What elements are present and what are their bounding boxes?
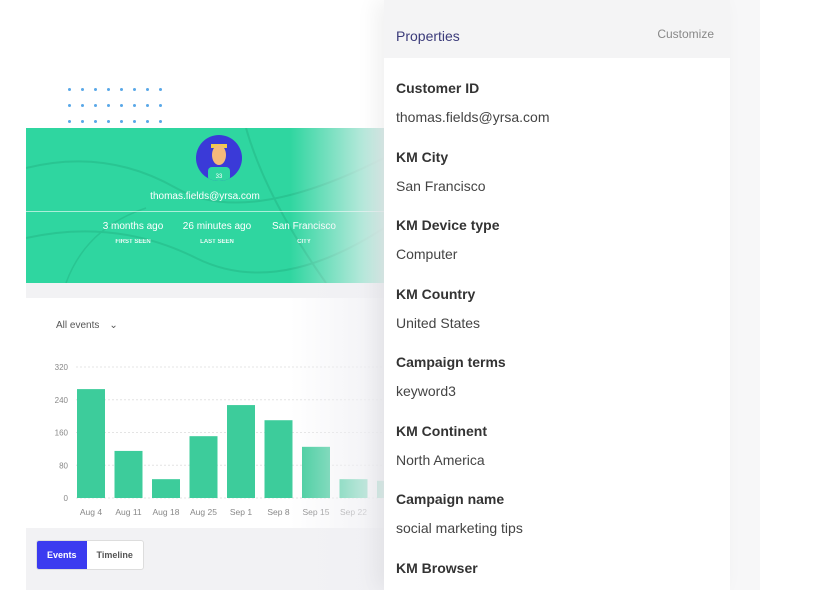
property-item: Customer ID thomas.fields@yrsa.com	[396, 80, 549, 125]
x-tick-label: Sep 1	[230, 507, 252, 517]
dot	[68, 104, 71, 107]
bar	[77, 389, 105, 498]
property-key: KM Device type	[396, 217, 500, 233]
dot	[146, 120, 149, 123]
property-item: KM City San Francisco	[396, 149, 485, 194]
dot	[133, 104, 136, 107]
y-tick-label: 80	[59, 461, 68, 470]
dot	[68, 88, 71, 91]
dot	[133, 120, 136, 123]
property-value: social marketing tips	[396, 520, 523, 536]
panel-title: Properties	[396, 28, 460, 44]
y-tick-label: 320	[55, 363, 69, 372]
view-tabs: Events Timeline	[36, 540, 144, 570]
property-value: keyword3	[396, 383, 456, 399]
property-value: Computer	[396, 246, 458, 262]
x-tick-label: Aug 18	[153, 507, 180, 517]
bar	[189, 436, 218, 498]
x-tick-label: Aug 25	[190, 507, 217, 517]
dot	[146, 88, 149, 91]
dot	[159, 120, 162, 123]
background-shade	[730, 0, 760, 590]
dot	[159, 88, 162, 91]
dot	[146, 104, 149, 107]
chevron-down-icon: ⌄	[109, 320, 118, 331]
property-value: North America	[396, 451, 485, 468]
stat-last-seen: 26 minutes ago LAST SEEN	[182, 221, 252, 245]
y-tick-label: 0	[64, 494, 69, 503]
dot	[107, 88, 110, 91]
property-item: KM Browser	[396, 560, 478, 589]
property-item: KM Continent North America	[396, 423, 487, 468]
bar	[114, 450, 143, 498]
property-item: KM Device type Computer	[396, 217, 499, 262]
dot	[133, 88, 136, 91]
event-filter-dropdown[interactable]: All events ⌄	[56, 320, 118, 331]
property-value: San Francisco	[396, 177, 486, 194]
property-key: KM Continent	[396, 422, 487, 439]
svg-text:33: 33	[216, 174, 223, 180]
dot	[94, 120, 97, 123]
dot	[81, 88, 84, 91]
fade-overlay	[290, 128, 384, 590]
dot	[107, 120, 110, 123]
property-key: Customer ID	[396, 80, 480, 96]
dot	[81, 120, 84, 123]
filter-label: All events	[56, 320, 100, 331]
property-item: KM Country United States	[396, 286, 480, 331]
y-tick-label: 160	[55, 429, 69, 438]
property-key: Campaign terms	[396, 354, 506, 370]
property-value: thomas.fields@yrsa.com	[396, 109, 550, 125]
dot	[120, 120, 123, 123]
bar	[264, 420, 293, 498]
property-key: KM Browser	[396, 559, 478, 576]
dot	[94, 88, 97, 91]
property-item: Campaign terms keyword3	[396, 354, 506, 399]
avatar: 33	[196, 135, 242, 181]
tab-events[interactable]: Events	[37, 541, 87, 569]
x-tick-label: Aug 4	[80, 507, 102, 517]
decorative-dots	[68, 88, 172, 123]
property-key: KM Country	[396, 285, 476, 302]
property-value: United States	[396, 314, 481, 331]
dot	[68, 120, 71, 123]
x-tick-label: Aug 11	[115, 507, 142, 517]
tab-timeline[interactable]: Timeline	[87, 541, 143, 569]
dot	[81, 104, 84, 107]
property-key: Campaign name	[396, 491, 505, 507]
properties-panel: Properties Customize Customer ID thomas.f…	[384, 0, 730, 590]
dot	[107, 104, 110, 107]
stat-first-seen: 3 months ago FIRST SEEN	[102, 221, 164, 245]
dot	[94, 104, 97, 107]
property-key: KM City	[396, 148, 449, 165]
customize-button[interactable]: Customize	[657, 27, 714, 41]
dot	[120, 104, 123, 107]
property-item: Campaign name social marketing tips	[396, 491, 523, 536]
x-tick-label: Sep 8	[267, 507, 289, 517]
dot	[120, 88, 123, 91]
bar	[152, 479, 180, 498]
bar	[227, 405, 255, 498]
panel-header: Properties Customize	[384, 0, 730, 58]
dot	[159, 104, 162, 107]
y-tick-label: 240	[55, 396, 69, 405]
